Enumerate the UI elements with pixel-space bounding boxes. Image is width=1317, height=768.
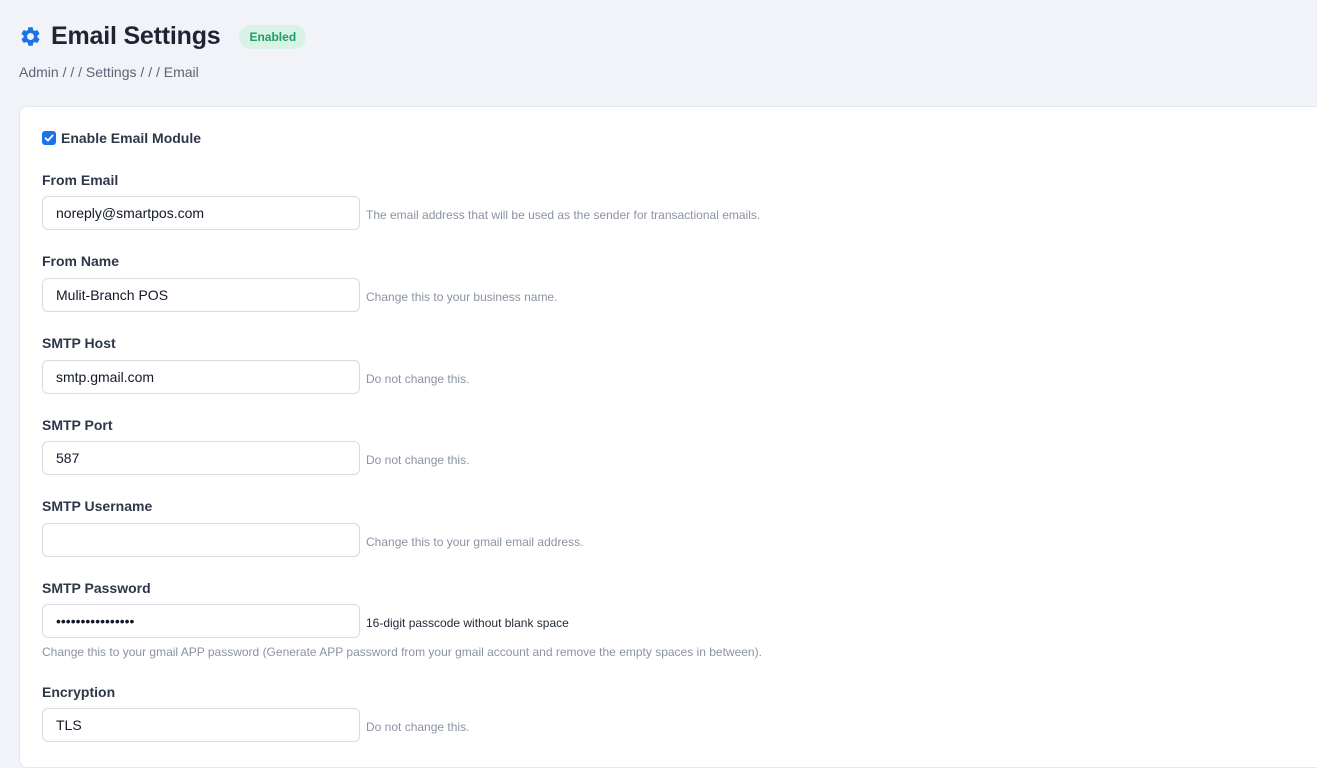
enable-email-checkbox[interactable] — [42, 131, 56, 145]
smtp-password-label: SMTP Password — [42, 580, 151, 596]
breadcrumb-item-settings[interactable]: Settings — [86, 64, 137, 80]
from-name-help: Change this to your business name. — [366, 290, 558, 304]
smtp-port-label: SMTP Port — [42, 417, 113, 433]
from-name-input[interactable]: Mulit-Branch POS — [42, 278, 360, 312]
breadcrumb-item-admin[interactable]: Admin — [19, 64, 59, 80]
smtp-port-input[interactable]: 587 — [42, 441, 360, 475]
gear-icon — [21, 27, 40, 46]
checkmark-icon — [44, 134, 54, 142]
from-email-label: From Email — [42, 172, 119, 188]
encryption-input[interactable]: TLS — [42, 708, 360, 742]
page-header: Email Settings Enabled — [19, 22, 307, 51]
from-email-input[interactable]: noreply@smartpos.com — [42, 196, 360, 230]
breadcrumb-separator: / / — [70, 64, 83, 80]
breadcrumb: Admin / / / Settings / / / Email — [19, 64, 199, 80]
smtp-username-label: SMTP Username — [42, 498, 153, 514]
breadcrumb-separator: / — [140, 64, 145, 80]
from-name-label: From Name — [42, 253, 120, 269]
smtp-username-help: Change this to your gmail email address. — [366, 535, 584, 549]
smtp-password-help-secondary: Change this to your gmail APP password (… — [42, 645, 762, 659]
from-email-help: The email address that will be used as t… — [366, 208, 761, 222]
smtp-host-help: Do not change this. — [366, 372, 470, 386]
smtp-username-input[interactable] — [42, 523, 360, 557]
status-badge: Enabled — [239, 24, 307, 49]
enable-email-row: Enable Email Module — [42, 130, 201, 146]
settings-card: Enable Email Module From Email noreply@s… — [19, 106, 1317, 768]
breadcrumb-separator: / / — [148, 64, 160, 80]
page-title: Email Settings — [51, 22, 221, 50]
smtp-port-help: Do not change this. — [366, 453, 470, 467]
encryption-help: Do not change this. — [366, 720, 470, 734]
smtp-host-label: SMTP Host — [42, 335, 116, 351]
encryption-label: Encryption — [42, 684, 116, 700]
smtp-password-input[interactable]: •••••••••••••••• — [42, 604, 360, 638]
enable-email-label: Enable Email Module — [61, 130, 202, 146]
smtp-password-help: 16-digit passcode without blank space — [366, 616, 569, 630]
breadcrumb-item-email: Email — [163, 64, 199, 80]
breadcrumb-separator: / — [62, 64, 67, 80]
smtp-host-input[interactable]: smtp.gmail.com — [42, 360, 360, 394]
